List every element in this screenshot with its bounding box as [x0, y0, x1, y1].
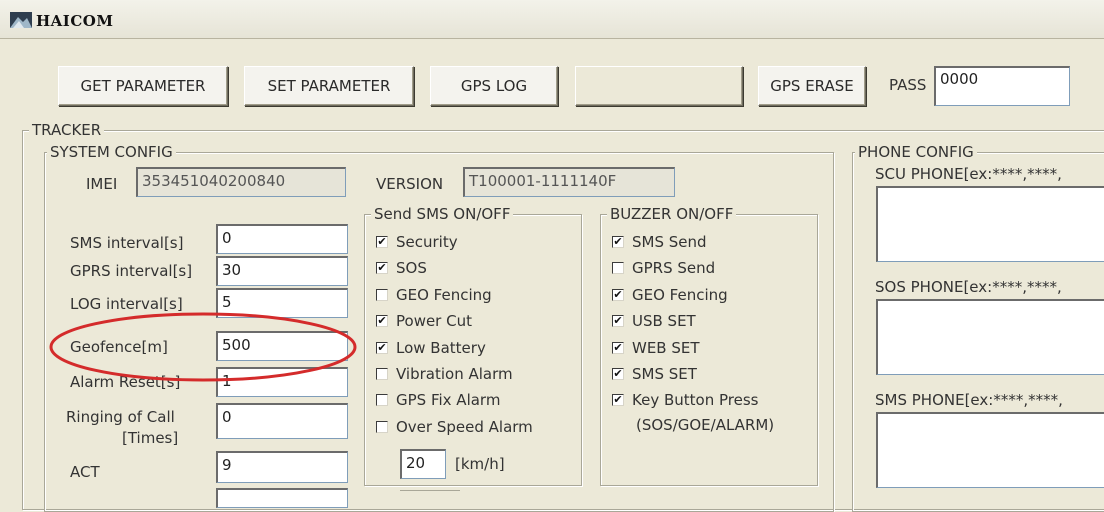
- ringing-of-call-input[interactable]: 0: [216, 403, 348, 439]
- send-sms-checkbox-row[interactable]: GPS Fix Alarm: [376, 391, 500, 409]
- gps-log-button[interactable]: GPS LOG: [430, 66, 558, 106]
- checkbox[interactable]: [376, 420, 388, 433]
- checkbox[interactable]: [612, 262, 624, 275]
- get-parameter-button[interactable]: GET PARAMETER: [58, 66, 228, 106]
- blank-button[interactable]: [575, 66, 743, 106]
- buzzer-checkbox-row[interactable]: GPRS Send: [612, 259, 715, 277]
- sos-phone-label: SOS PHONE[ex:****,****,: [875, 278, 1062, 296]
- gprs-interval-input[interactable]: 30: [216, 256, 348, 286]
- checkbox-label: SOS: [396, 259, 427, 278]
- imei-field: 353451040200840: [136, 167, 346, 197]
- checkbox-label: SMS Send: [632, 233, 707, 251]
- checkbox[interactable]: ✔: [612, 315, 624, 328]
- send-sms-checkbox-row[interactable]: GEO Fencing: [376, 286, 492, 304]
- checkbox-label: Security: [396, 233, 458, 251]
- log-interval-label: LOG interval[s]: [70, 295, 183, 313]
- speed-unit-label: [km/h]: [455, 455, 505, 473]
- checkbox-label: GEO Fencing: [632, 285, 728, 304]
- geofence-label: Geofence[m]: [70, 338, 168, 356]
- send-sms-checkbox-row[interactable]: ✔ Low Battery: [376, 339, 486, 357]
- ringing-of-call-label: Ringing of Call: [66, 408, 175, 426]
- send-sms-checkbox-row[interactable]: ✔ SOS: [376, 259, 427, 277]
- sos-phone-input[interactable]: [876, 299, 1104, 375]
- phone-config-title: PHONE CONFIG: [855, 143, 977, 161]
- sms-interval-label: SMS interval[s]: [70, 234, 184, 252]
- send-sms-title: Send SMS ON/OFF: [371, 205, 514, 223]
- checkbox[interactable]: ✔: [612, 394, 624, 407]
- checkbox-label: Over Speed Alarm: [396, 417, 533, 436]
- checkbox-label: GPRS Send: [632, 259, 716, 278]
- send-sms-checkbox-row[interactable]: Vibration Alarm: [376, 365, 513, 383]
- checkbox[interactable]: ✔: [376, 315, 388, 328]
- speed-limit-input[interactable]: 20: [400, 449, 446, 479]
- act-label: ACT: [70, 463, 100, 481]
- window-title: HAICOM: [36, 12, 114, 30]
- log-interval-input[interactable]: 5: [216, 288, 348, 318]
- buzzer-checkbox-row[interactable]: ✔ SMS SET: [612, 365, 697, 383]
- alarm-reset-input[interactable]: 1: [216, 367, 348, 397]
- key-button-note: (SOS/GOE/ALARM): [636, 416, 775, 434]
- checkbox[interactable]: ✔: [612, 288, 624, 301]
- buzzer-checkbox-row[interactable]: ✔ SMS Send: [612, 233, 707, 251]
- checkbox-label: SMS SET: [632, 365, 697, 383]
- checkbox-label: Key Button Press: [632, 391, 759, 410]
- pass-input[interactable]: 0000: [934, 66, 1070, 106]
- send-sms-checkbox-row[interactable]: Over Speed Alarm: [376, 418, 533, 436]
- checkbox[interactable]: ✔: [612, 236, 624, 248]
- checkbox[interactable]: [376, 394, 388, 407]
- checkbox-label: Low Battery: [396, 338, 486, 357]
- checkbox[interactable]: [376, 368, 388, 380]
- buzzer-checkbox-row[interactable]: ✔ GEO Fencing: [612, 286, 728, 304]
- buzzer-checkbox-row[interactable]: ✔ USB SET: [612, 312, 696, 330]
- tracker-group-title: TRACKER: [29, 121, 105, 139]
- act-input[interactable]: 9: [216, 451, 348, 483]
- sms-interval-input[interactable]: 0: [216, 224, 348, 254]
- version-field: T100001-1111140F: [463, 167, 675, 197]
- checkbox-label: WEB SET: [632, 338, 700, 357]
- send-sms-checkbox-row[interactable]: ✔ Security: [376, 233, 458, 251]
- pass-label: PASS: [889, 76, 927, 94]
- sms-phone-label: SMS PHONE[ex:****,****,: [875, 391, 1063, 409]
- sms-phone-input[interactable]: [876, 412, 1104, 488]
- checkbox[interactable]: ✔: [376, 341, 388, 354]
- geofence-input[interactable]: 500: [216, 331, 348, 361]
- title-bar: [0, 0, 1104, 39]
- send-sms-checkbox-row[interactable]: ✔ Power Cut: [376, 312, 472, 330]
- checkbox-label: USB SET: [632, 312, 696, 331]
- checkbox[interactable]: [376, 288, 388, 301]
- buzzer-checkbox-row[interactable]: ✔ WEB SET: [612, 339, 700, 357]
- buzzer-checkbox-row[interactable]: ✔ Key Button Press: [612, 391, 758, 409]
- buzzer-title: BUZZER ON/OFF: [607, 205, 737, 223]
- checkbox-label: GEO Fencing: [396, 285, 492, 304]
- system-config-title: SYSTEM CONFIG: [47, 143, 176, 161]
- checkbox-label: GPS Fix Alarm: [396, 391, 501, 410]
- gps-erase-button[interactable]: GPS ERASE: [758, 66, 866, 106]
- version-label: VERSION: [376, 175, 444, 193]
- checkbox[interactable]: ✔: [376, 262, 388, 275]
- gprs-interval-label: GPRS interval[s]: [70, 262, 193, 280]
- app-logo-icon: [10, 12, 32, 28]
- checkbox-label: Vibration Alarm: [396, 365, 513, 383]
- scu-phone-label: SCU PHONE[ex:****,****,: [875, 165, 1062, 183]
- set-parameter-button[interactable]: SET PARAMETER: [244, 66, 414, 106]
- ringing-of-call-unit-label: [Times]: [122, 429, 179, 447]
- checkbox[interactable]: ✔: [612, 341, 624, 354]
- imei-label: IMEI: [86, 175, 118, 193]
- checkbox[interactable]: ✔: [612, 368, 624, 380]
- checkbox-label: Power Cut: [396, 312, 472, 331]
- checkbox[interactable]: ✔: [376, 236, 388, 248]
- alarm-reset-label: Alarm Reset[s]: [70, 373, 181, 391]
- scu-phone-input[interactable]: [876, 186, 1104, 262]
- next-param-input[interactable]: [216, 488, 348, 508]
